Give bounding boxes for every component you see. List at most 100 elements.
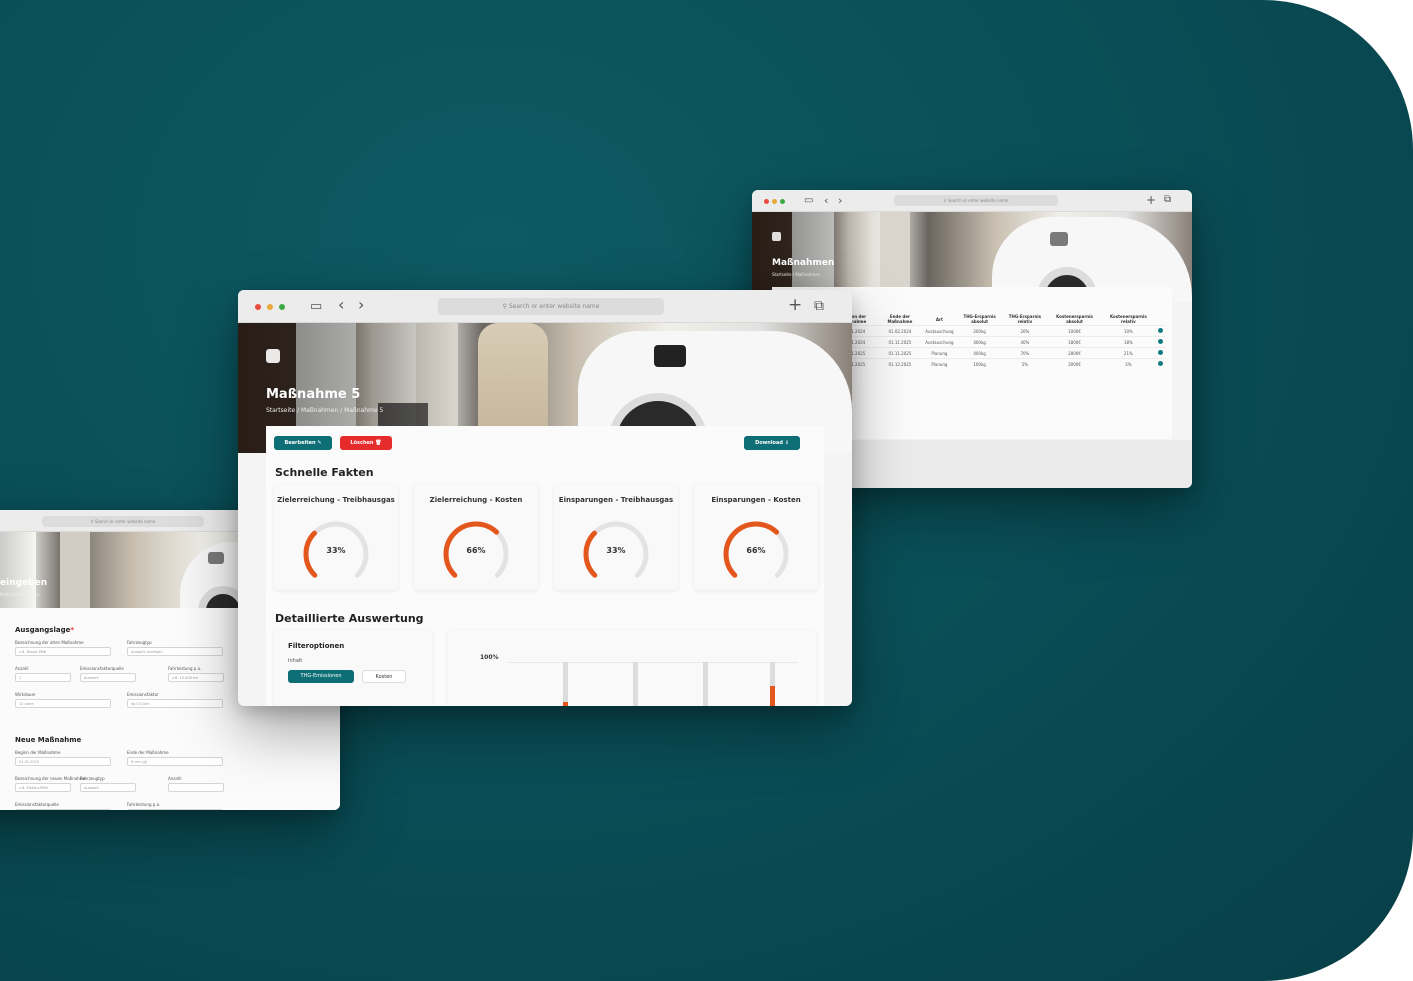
form-input[interactable]: z.B. Diesel-PKW: [15, 647, 111, 656]
new-tab-icon[interactable]: +: [1146, 194, 1156, 206]
forward-arrow-icon[interactable]: ›: [358, 297, 364, 313]
gauge-value: 33%: [606, 546, 626, 555]
hero-subtitle: Maßnahme anlegen: [0, 592, 40, 597]
form-input[interactable]: [168, 783, 224, 792]
chart-bar-track: [633, 662, 638, 706]
tabs-overview-icon[interactable]: ⧉: [1164, 195, 1171, 205]
form-input[interactable]: kg CO₂/km: [127, 699, 223, 708]
table-cell: 400kg: [956, 347, 1003, 359]
gauge-value: 66%: [466, 546, 486, 555]
field-label: Anzahl: [15, 666, 29, 671]
download-icon: ⇩: [784, 440, 789, 446]
table-cell: Austauschung: [922, 325, 957, 337]
url-bar[interactable]: ⚲ Search or enter website name: [438, 298, 664, 315]
sidebar-icon[interactable]: ▭: [804, 196, 813, 206]
form-input[interactable]: 12 Jahre: [15, 699, 111, 708]
table-cell: 20%: [1002, 325, 1048, 337]
table-cell: 10%: [1101, 325, 1155, 337]
field-label: Emissionsfaktorquelle: [15, 802, 59, 807]
maximize-dot[interactable]: [780, 199, 785, 204]
table-cell: 18%: [1101, 336, 1155, 348]
hero-title: Maßnahmen: [772, 258, 835, 268]
status-dot-icon: [1157, 361, 1163, 367]
status-dot-icon: [1157, 328, 1163, 333]
quick-fact-title: Einsparungen - Treibhausgas: [558, 496, 674, 504]
table-cell: 70%: [1002, 347, 1048, 359]
table-row[interactable]: 01.01.2025 01.12.2025 Planung 100kg 5% 3000€ 3…: [830, 358, 1166, 370]
table-cell: Austauschung: [922, 336, 957, 348]
download-button[interactable]: Download ⇩: [744, 436, 800, 450]
table-cell: [1154, 336, 1166, 348]
kosten-toggle[interactable]: Kosten: [362, 670, 406, 683]
browser-toolbar: ▭ ‹ › ⚲ Search or enter website name + ⧉: [238, 290, 852, 323]
table-header-cell: [1155, 313, 1166, 326]
close-dot[interactable]: [255, 304, 261, 310]
breadcrumb: Startseite / Maßnahmen: [772, 272, 821, 277]
thg-emissionen-toggle[interactable]: THG-Emissionen: [288, 670, 354, 683]
table-cell: 1800€: [1047, 336, 1102, 348]
background-stage: ▭ ‹ › ⚲ Search or enter website name + ⧉…: [0, 0, 1413, 981]
table-cell: Planung: [922, 347, 957, 359]
minimize-dot[interactable]: [772, 199, 777, 204]
minimize-dot[interactable]: [267, 304, 273, 310]
hero-title: eingeben: [0, 578, 48, 588]
chart-bar-track: [703, 662, 708, 706]
form-input[interactable]: z.B. Elektro-PKW: [15, 783, 71, 792]
form-input[interactable]: [15, 809, 111, 810]
form-input[interactable]: z.B. 15.000 km: [168, 673, 224, 682]
form-input[interactable]: tt.mm.jjjj: [127, 757, 223, 766]
menu-button[interactable]: [772, 232, 781, 241]
quick-fact-title: Zielerreichung - Treibhausgas: [277, 496, 395, 504]
delete-button[interactable]: Löschen 🗑: [340, 436, 392, 450]
form-input[interactable]: Auswahl: [80, 783, 136, 792]
table-cell: 3000€: [1047, 358, 1102, 370]
form-input[interactable]: 01.01.2025: [15, 757, 111, 766]
table-cell: [1154, 358, 1166, 370]
quick-fact-card: Zielerreichung - Treibhausgas 33%: [274, 484, 398, 590]
url-bar[interactable]: ⚲ Search or enter website name: [894, 195, 1058, 206]
detail-chart-panel: 100%: [448, 630, 816, 706]
tabs-overview-icon[interactable]: ⧉: [814, 299, 824, 313]
back-arrow-icon[interactable]: ‹: [824, 195, 828, 206]
table-cell: 200kg: [956, 325, 1003, 337]
new-tab-icon[interactable]: +: [788, 297, 802, 314]
hero-title: Maßnahme 5: [266, 387, 361, 402]
back-arrow-icon[interactable]: ‹: [338, 297, 344, 313]
url-bar[interactable]: ⚲ Search or enter website name: [42, 516, 204, 527]
table-header-cell: THG-Ersparnis absolut: [963, 314, 996, 324]
browser-toolbar: ▭ ‹ › ⚲ Search or enter website name + ⧉: [752, 190, 1192, 212]
quick-fact-card: Einsparungen - Treibhausgas 33%: [554, 484, 678, 590]
field-label: Wirkdauer: [15, 692, 36, 697]
form-input[interactable]: 1: [15, 673, 71, 682]
table-cell: 3%: [1101, 358, 1155, 370]
table-cell: 1000€: [1047, 325, 1102, 337]
table-cell: 01.12.2025: [877, 358, 923, 370]
close-dot[interactable]: [764, 199, 769, 204]
form-input[interactable]: [127, 809, 223, 810]
measures-table: Beginn der Maßnahme Ende der Maßnahme Art T…: [830, 313, 1166, 370]
table-row[interactable]: 01.01.2025 01.11.2025 Planung 400kg 70% 2800€…: [830, 347, 1166, 359]
field-label: Fahrleistung p.a.: [127, 802, 161, 807]
table-row[interactable]: 01.01.2024 01.02.2024 Austauschung 200kg 20%…: [830, 325, 1166, 337]
table-cell: 2800€: [1047, 347, 1102, 359]
menu-button[interactable]: [266, 349, 280, 363]
forward-arrow-icon[interactable]: ›: [838, 195, 842, 206]
table-cell: 5%: [1002, 358, 1048, 370]
filter-title: Filteroptionen: [288, 642, 345, 650]
filter-inhalt-label: Inhalt: [288, 658, 303, 664]
table-row[interactable]: 01.01.2024 01.11.2025 Austauschung 400kg 40%…: [830, 336, 1166, 348]
table-cell: 01.11.2025: [877, 347, 923, 359]
breadcrumb: Startseite / Maßnahmen / Maßnahme 5: [266, 407, 384, 414]
sidebar-icon[interactable]: ▭: [310, 300, 322, 313]
chart-top-label: 100%: [480, 654, 499, 661]
search-icon: ⚲: [90, 519, 94, 524]
edit-button[interactable]: Bearbeiten ✎: [274, 436, 332, 450]
form-input[interactable]: Auswahl: [80, 673, 136, 682]
table-cell: 01.11.2025: [877, 336, 923, 348]
detail-title: Detaillierte Auswertung: [275, 612, 424, 625]
form-input[interactable]: Auswahl anzeigen: [127, 647, 223, 656]
ausgangslage-title: Ausgangslage*: [15, 626, 75, 634]
maximize-dot[interactable]: [279, 304, 285, 310]
table-header-row: Beginn der Maßnahme Ende der Maßnahme Art T…: [830, 313, 1166, 326]
field-label: Beginn der Maßnahme: [15, 750, 61, 755]
